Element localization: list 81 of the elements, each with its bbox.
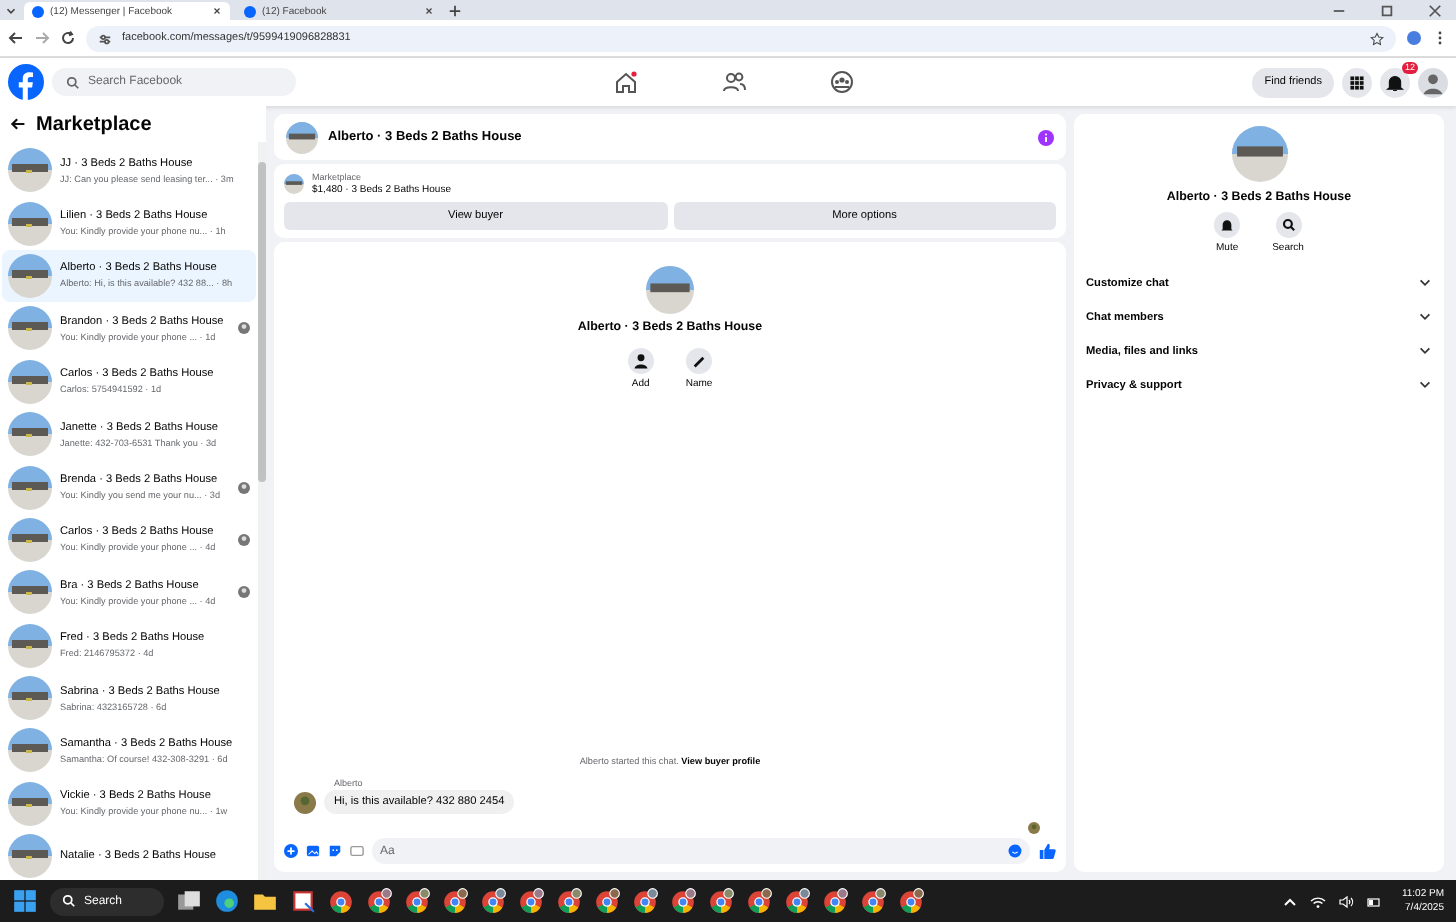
groups-icon[interactable] — [830, 70, 855, 94]
house-photo-avatar — [8, 676, 52, 721]
house-photo-avatar — [8, 359, 52, 404]
star-icon[interactable] — [1370, 31, 1384, 45]
search-icon — [62, 894, 76, 908]
speaker-icon[interactable] — [1337, 893, 1354, 909]
back-arrow-icon[interactable] — [10, 116, 26, 132]
chrome-icon[interactable] — [860, 888, 886, 914]
chrome-icon[interactable] — [480, 888, 506, 914]
chrome-icon[interactable] — [556, 888, 582, 914]
search-icon[interactable] — [1275, 212, 1301, 238]
house-photo-avatar — [8, 834, 52, 879]
chrome-icon[interactable] — [442, 888, 468, 914]
menu-icon[interactable] — [1342, 67, 1372, 97]
search-icon — [66, 75, 80, 89]
chevron-down-icon — [1418, 378, 1432, 392]
sidebar-title: Marketplace — [36, 113, 152, 135]
snipping-icon[interactable] — [290, 888, 316, 914]
chrome-icon[interactable] — [784, 888, 810, 914]
house-photo-avatar — [8, 623, 52, 668]
home-icon[interactable] — [614, 70, 639, 94]
add-person-icon[interactable] — [627, 348, 654, 374]
task-view-icon[interactable] — [176, 888, 202, 914]
chrome-icon[interactable] — [898, 888, 924, 914]
chrome-icon[interactable] — [746, 888, 772, 914]
site-info-icon[interactable] — [98, 31, 112, 45]
plus-icon[interactable] — [284, 844, 298, 858]
chrome-icon[interactable] — [708, 888, 734, 914]
house-photo-avatar — [8, 201, 52, 246]
house-photo-avatar — [8, 728, 52, 773]
image-icon[interactable] — [306, 844, 320, 858]
facebook-logo[interactable] — [8, 64, 44, 100]
house-photo-avatar — [8, 306, 52, 351]
house-photo-avatar — [8, 465, 52, 510]
chevron-down-icon — [1418, 310, 1432, 324]
info-icon[interactable] — [1038, 129, 1054, 145]
start-icon[interactable] — [12, 888, 38, 914]
thumbs-up-icon[interactable] — [1038, 842, 1056, 860]
tab-menu-icon[interactable] — [4, 3, 18, 17]
chrome-icon[interactable] — [632, 888, 658, 914]
chrome-icon[interactable] — [328, 888, 354, 914]
battery-icon[interactable] — [1365, 893, 1382, 909]
wifi-icon[interactable] — [1309, 893, 1326, 909]
notifications-icon[interactable] — [1380, 67, 1410, 97]
restore-icon[interactable] — [1380, 3, 1394, 17]
bell-icon[interactable] — [1214, 212, 1241, 238]
chevron-down-icon — [1418, 276, 1432, 290]
back-icon[interactable] — [8, 30, 24, 46]
house-photo-avatar — [8, 781, 52, 826]
account-avatar[interactable] — [1418, 67, 1448, 97]
house-photo-avatar — [8, 253, 52, 298]
reload-icon[interactable] — [60, 30, 76, 46]
sticker-icon[interactable] — [328, 844, 342, 858]
emoji-icon[interactable] — [1008, 844, 1022, 858]
close-tab-icon[interactable] — [212, 6, 222, 16]
chrome-icon[interactable] — [518, 888, 544, 914]
new-tab-icon[interactable] — [448, 3, 462, 17]
edge-icon[interactable] — [214, 888, 240, 914]
house-photo-avatar — [1231, 126, 1287, 182]
house-photo-avatar — [8, 412, 52, 457]
sender-avatar — [294, 791, 316, 813]
close-icon[interactable] — [1428, 3, 1442, 17]
house-photo-avatar — [286, 121, 318, 153]
gif-icon[interactable] — [350, 844, 364, 858]
chrome-icon[interactable] — [594, 888, 620, 914]
profile-icon[interactable] — [1406, 30, 1422, 46]
friends-icon[interactable] — [722, 70, 747, 94]
chrome-icon[interactable] — [366, 888, 392, 914]
chevron-down-icon — [1418, 344, 1432, 358]
house-photo-avatar — [8, 517, 52, 562]
chrome-icon[interactable] — [822, 888, 848, 914]
house-photo-avatar — [8, 570, 52, 615]
house-photo-avatar — [284, 174, 304, 194]
chevron-up-icon[interactable] — [1281, 893, 1298, 909]
chrome-icon[interactable] — [404, 888, 430, 914]
chrome-icon[interactable] — [670, 888, 696, 914]
read-receipt-avatar — [1028, 822, 1040, 834]
house-photo-avatar — [8, 148, 52, 193]
house-photo-avatar — [646, 266, 694, 314]
close-tab-icon[interactable] — [424, 6, 434, 16]
pencil-icon[interactable] — [686, 348, 712, 374]
